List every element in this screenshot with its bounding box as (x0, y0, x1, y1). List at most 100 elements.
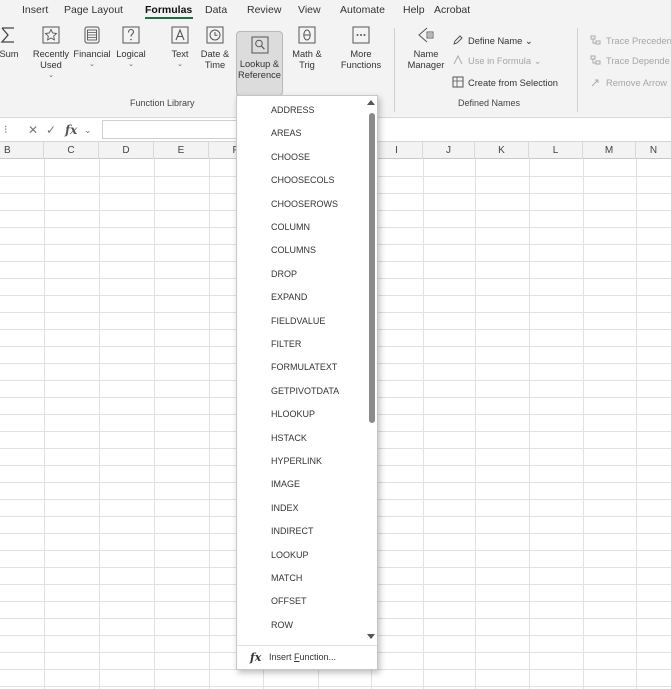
column-header-d[interactable]: D (99, 142, 154, 159)
tab-automate[interactable]: Automate (340, 4, 385, 16)
name-manager-label-2: Manager (407, 60, 445, 70)
tab-help[interactable]: Help (403, 4, 425, 16)
column-header-l[interactable]: L (529, 142, 583, 159)
function-menu-item[interactable]: GETPIVOTDATA (271, 386, 339, 396)
use-in-formula-label: Use in Formula (468, 56, 532, 66)
autosum-button[interactable]: Sum (0, 26, 20, 60)
math-trig-label-1: Math & (292, 49, 322, 59)
define-name-label: Define Name (468, 36, 523, 46)
column-header-k[interactable]: K (475, 142, 529, 159)
function-menu-item[interactable]: INDIRECT (271, 526, 314, 536)
more-functions-button[interactable]: More Functions (335, 26, 387, 71)
define-name-button[interactable]: Define Name ⌄ (452, 34, 533, 47)
more-functions-label-1: More (350, 49, 372, 59)
chevron-down-icon: ⌄ (524, 36, 533, 46)
name-manager-icon (418, 27, 434, 43)
function-menu-item[interactable]: AREAS (271, 128, 302, 138)
tab-formulas[interactable]: Formulas (145, 4, 192, 16)
insert-function-menu-item[interactable]: fx Insert Function... (237, 645, 377, 669)
insert-function-icon[interactable]: fx (65, 123, 77, 137)
theta-icon (298, 26, 316, 44)
function-menu-item[interactable]: HLOOKUP (271, 409, 315, 419)
function-menu-item[interactable]: ROW (271, 620, 293, 630)
chevron-down-icon: ⌄ (48, 72, 54, 79)
grid-column-line (583, 159, 584, 689)
function-menu-item[interactable]: HYPERLINK (271, 456, 322, 466)
function-menu-item[interactable]: LOOKUP (271, 550, 309, 560)
function-menu-item[interactable]: HSTACK (271, 433, 307, 443)
function-menu-item[interactable]: COLUMNS (271, 245, 316, 255)
function-menu-item[interactable]: INDEX (271, 503, 299, 513)
column-header-c[interactable]: C (44, 142, 99, 159)
name-manager-button[interactable]: Name Manager (405, 26, 447, 71)
more-options-icon[interactable]: ⁝ (4, 123, 8, 136)
cancel-icon[interactable]: ✕ (28, 123, 38, 137)
sigma-icon (0, 27, 14, 43)
column-header-m[interactable]: M (583, 142, 636, 159)
grid-column-line (154, 159, 155, 689)
tab-insert[interactable]: Insert (22, 4, 48, 16)
trace-dependents-button: Trace Depende (590, 54, 670, 66)
tab-acrobat[interactable]: Acrobat (434, 4, 470, 16)
function-menu-item[interactable]: DROP (271, 269, 297, 279)
tab-page-layout[interactable]: Page Layout (64, 4, 123, 16)
defined-names-group-label: Defined Names (458, 98, 521, 108)
grid-select-icon (452, 76, 464, 88)
active-tab-indicator (145, 17, 193, 19)
tab-view[interactable]: View (298, 4, 321, 16)
scroll-thumb[interactable] (369, 113, 375, 423)
lookup-reference-button[interactable]: Lookup & Reference (236, 31, 283, 96)
grid-column-line (636, 159, 637, 689)
tab-data[interactable]: Data (205, 4, 227, 16)
math-trig-button[interactable]: Math & Trig (287, 26, 327, 71)
tab-review[interactable]: Review (247, 4, 281, 16)
function-menu-item[interactable]: OFFSET (271, 596, 307, 606)
function-menu-item[interactable]: ADDRESS (271, 105, 315, 115)
trace-precedents-icon (590, 35, 601, 45)
function-menu-item[interactable]: CHOOSE (271, 152, 310, 162)
function-menu-item[interactable]: CHOOSEROWS (271, 199, 338, 209)
date-time-label-1: Date & (200, 49, 230, 59)
text-button[interactable]: Text ⌄ (167, 26, 193, 69)
ribbon-tab-bar: Insert Page Layout Formulas Data Review … (0, 0, 671, 20)
enter-icon[interactable]: ✓ (46, 123, 56, 137)
group-separator (577, 28, 578, 112)
logical-button[interactable]: Logical ⌄ (113, 26, 149, 69)
autosum-label: Sum (0, 49, 19, 59)
menu-scrollbar[interactable] (366, 96, 377, 645)
lookup-reference-label-2: Reference (238, 70, 281, 80)
column-header-i[interactable]: I (371, 142, 423, 159)
create-from-selection-button[interactable]: Create from Selection (452, 76, 558, 88)
group-separator (394, 28, 395, 112)
function-menu-item[interactable]: FILTER (271, 339, 301, 349)
recently-used-button[interactable]: Recently Used ⌄ (31, 26, 71, 80)
scroll-up-arrow-icon[interactable] (367, 100, 375, 105)
function-menu-item[interactable]: EXPAND (271, 292, 307, 302)
star-icon (42, 26, 60, 44)
function-menu-item[interactable]: IMAGE (271, 479, 300, 489)
function-menu-item[interactable]: MATCH (271, 573, 302, 583)
function-menu-item[interactable]: CHOOSECOLS (271, 175, 335, 185)
date-time-button[interactable]: Date & Time (197, 26, 233, 71)
insert-function-label: Insert Function... (269, 652, 337, 662)
chevron-down-icon: ⌄ (533, 56, 542, 66)
scroll-down-arrow-icon[interactable] (367, 634, 375, 639)
function-menu-item[interactable]: FORMULATEXT (271, 362, 337, 372)
column-header-b[interactable]: B (0, 142, 44, 159)
column-header-n[interactable]: N (636, 142, 671, 159)
clock-icon (206, 26, 224, 44)
recently-used-label-1: Recently (32, 49, 70, 59)
grid-column-line (475, 159, 476, 689)
chevron-down-icon: ⌄ (89, 61, 95, 68)
grid-column-line (44, 159, 45, 689)
grid-column-line (99, 159, 100, 689)
function-menu-item[interactable]: FIELDVALUE (271, 316, 325, 326)
text-a-icon (171, 26, 189, 44)
financial-button[interactable]: Financial ⌄ (71, 26, 113, 69)
chevron-down-icon[interactable]: ⌄ (84, 125, 92, 136)
column-header-j[interactable]: J (423, 142, 475, 159)
column-header-e[interactable]: E (154, 142, 209, 159)
date-time-label-2: Time (204, 60, 226, 70)
formula-input[interactable] (102, 120, 242, 139)
function-menu-item[interactable]: COLUMN (271, 222, 310, 232)
